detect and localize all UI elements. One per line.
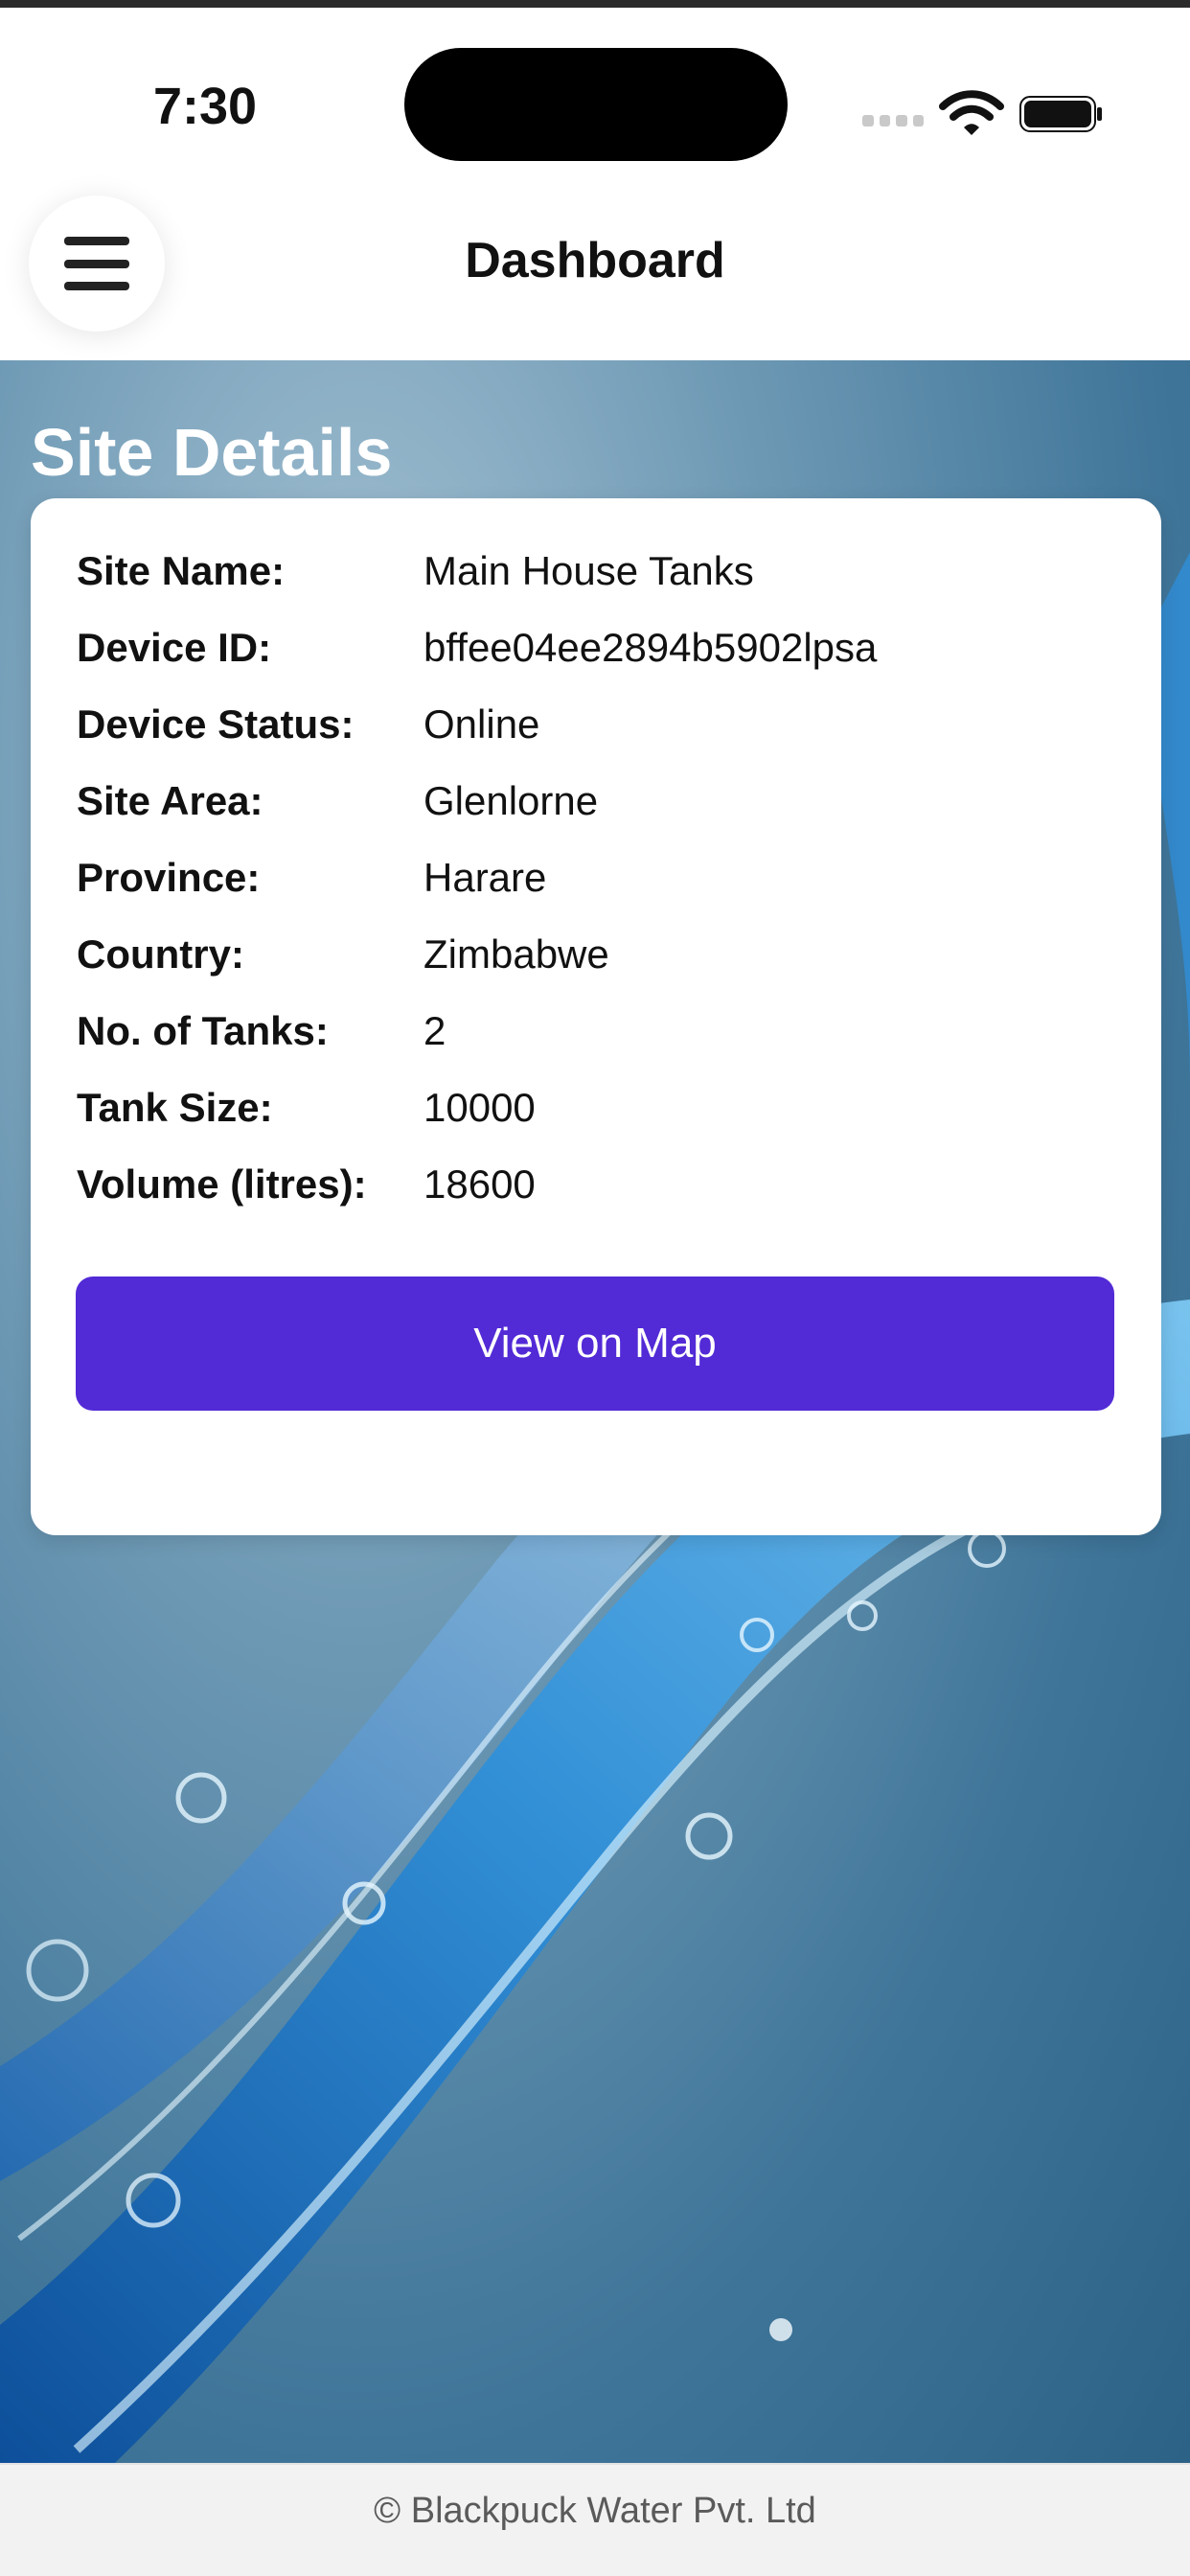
detail-label: Device Status: [77, 702, 355, 747]
signal-icon [862, 115, 924, 126]
detail-value: 18600 [423, 1162, 536, 1207]
detail-label: Site Name: [77, 548, 286, 593]
detail-label: Site Area: [77, 778, 263, 823]
section-title: Site Details [31, 415, 393, 490]
detail-value: Harare [423, 855, 547, 900]
detail-value: Zimbabwe [423, 932, 609, 977]
view-on-map-button[interactable]: View on Map [76, 1276, 1114, 1411]
dynamic-island [404, 48, 788, 161]
detail-value: Glenlorne [423, 778, 599, 823]
footer: © Blackpuck Water Pvt. Ltd [0, 2463, 1190, 2576]
status-time: 7:30 [153, 78, 258, 135]
detail-value: Main House Tanks [423, 548, 754, 593]
detail-label: Tank Size: [77, 1085, 273, 1130]
wifi-icon [939, 90, 1004, 135]
detail-row-site-name: Site Name: Main House Tanks [77, 533, 1131, 610]
detail-row-tank-size: Tank Size: 10000 [77, 1070, 1131, 1146]
page-title: Dashboard [465, 233, 725, 288]
detail-value: Online [423, 702, 540, 747]
site-details-card: Site Name: Main House Tanks Device ID: b… [31, 498, 1161, 1535]
detail-label: No. of Tanks: [77, 1008, 329, 1053]
detail-value: 2 [423, 1008, 446, 1053]
detail-label: Province: [77, 855, 261, 900]
detail-row-volume: Volume (litres): 18600 [77, 1146, 1131, 1223]
detail-label: Volume (litres): [77, 1162, 367, 1207]
detail-label: Country: [77, 932, 244, 977]
detail-row-site-area: Site Area: Glenlorne [77, 763, 1131, 840]
top-edge [0, 0, 1190, 8]
detail-row-device-id: Device ID: bffee04ee2894b5902lpsa [77, 610, 1131, 686]
detail-row-device-status: Device Status: Online [77, 686, 1131, 763]
water-background: Site Details Site Name: Main House Tanks… [0, 360, 1190, 2463]
copyright-text: © Blackpuck Water Pvt. Ltd [374, 2490, 816, 2531]
detail-value: 10000 [423, 1085, 536, 1130]
app-header: Dashboard [0, 182, 1190, 360]
status-bar: 7:30 [0, 8, 1190, 192]
detail-row-province: Province: Harare [77, 840, 1131, 916]
app-screen: 7:30 Dashboard Site Details Site Name: M… [0, 0, 1190, 2576]
battery-icon [1019, 96, 1102, 132]
detail-row-country: Country: Zimbabwe [77, 916, 1131, 993]
detail-row-number-of-tanks: No. of Tanks: 2 [77, 993, 1131, 1070]
detail-label: Device ID: [77, 625, 272, 670]
detail-value: bffee04ee2894b5902lpsa [423, 625, 878, 670]
